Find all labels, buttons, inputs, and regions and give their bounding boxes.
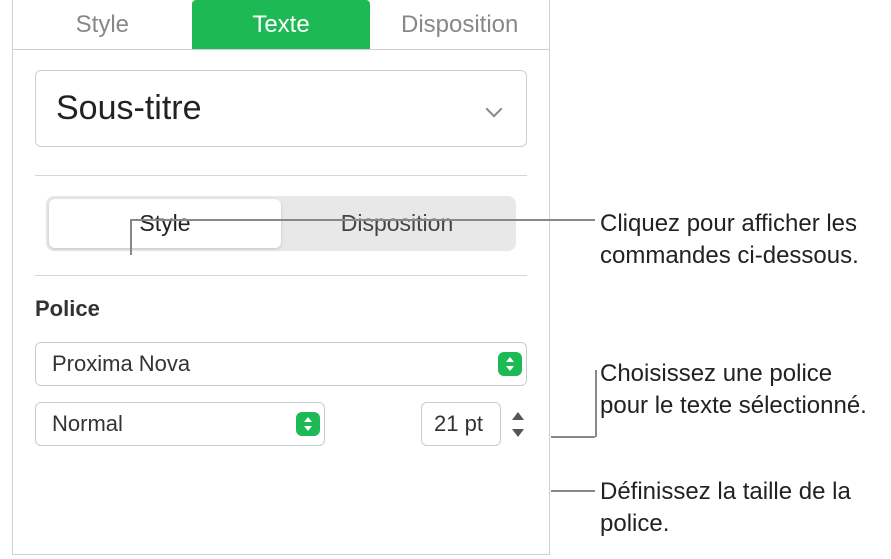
paragraph-style-label: Sous-titre <box>56 89 202 128</box>
stepper-up-button[interactable] <box>509 409 527 423</box>
annotation-segmented: Cliquez pour afficher les commandes ci-d… <box>600 208 880 273</box>
inspector-top-tabs: Style Texte Disposition <box>13 0 549 50</box>
segment-style[interactable]: Style <box>49 199 281 248</box>
segment-disposition[interactable]: Disposition <box>281 199 513 248</box>
popup-arrows-icon <box>498 352 522 376</box>
font-section-label: Police <box>35 296 527 322</box>
divider <box>35 175 527 176</box>
font-size-stepper <box>509 409 527 440</box>
inspector-content: Sous-titre Style Disposition Police Prox… <box>13 50 549 466</box>
callout-line <box>130 219 132 255</box>
callout-line <box>551 490 595 492</box>
font-size-field: 21 pt <box>421 402 527 446</box>
callout-line <box>551 436 595 438</box>
annotation-font-size: Définissez la taille de la police. <box>600 476 880 541</box>
font-family-dropdown[interactable]: Proxima Nova <box>35 342 527 386</box>
font-size-input[interactable]: 21 pt <box>421 402 501 446</box>
font-family-value: Proxima Nova <box>52 351 190 377</box>
annotation-font-family: Choisissez une police pour le texte séle… <box>600 358 880 423</box>
tab-style[interactable]: Style <box>13 0 192 49</box>
font-weight-dropdown[interactable]: Normal <box>35 402 325 446</box>
stepper-down-button[interactable] <box>509 426 527 440</box>
font-weight-value: Normal <box>52 411 123 437</box>
tab-texte[interactable]: Texte <box>192 0 371 49</box>
format-inspector-panel: Style Texte Disposition Sous-titre Style… <box>12 0 550 555</box>
text-subtabs-segmented: Style Disposition <box>46 196 516 251</box>
divider <box>35 275 527 276</box>
popup-arrows-icon <box>296 412 320 436</box>
paragraph-style-dropdown[interactable]: Sous-titre <box>35 70 527 147</box>
chevron-down-icon <box>486 103 506 115</box>
callout-line <box>595 370 597 437</box>
tab-disposition[interactable]: Disposition <box>370 0 549 49</box>
callout-line <box>130 219 595 221</box>
font-row-2: Normal 21 pt <box>35 402 527 446</box>
